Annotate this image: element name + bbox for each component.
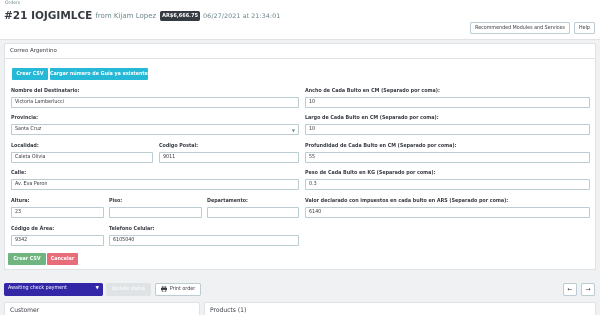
departamento-label: Departamento: xyxy=(207,199,248,204)
order-customer: from Kijam Lopez xyxy=(95,12,157,20)
arrow-right-icon: → xyxy=(585,286,591,293)
products-card-title: Products (1) xyxy=(210,307,247,314)
cargar-guia-button[interactable]: Cargar número de Guía ya existente xyxy=(50,68,148,80)
ancho-input[interactable]: 10 xyxy=(305,97,590,108)
localidad-label: Localidad: xyxy=(11,144,39,149)
peso-label: Peso de Cada Bulto en KG (Separado por c… xyxy=(305,171,436,176)
ancho-label: Ancho de Cada Bulto en CM (Separado por … xyxy=(305,89,440,94)
provincia-select[interactable]: Santa Cruz ▼ xyxy=(11,124,299,135)
products-card: Products (1) xyxy=(204,302,596,315)
chevron-down-icon: ▼ xyxy=(291,128,295,133)
cancelar-button[interactable]: Cancelar xyxy=(47,253,78,265)
order-status-select[interactable]: Awaiting check payment ▼ xyxy=(4,283,103,296)
page-header: Orders #21 IOJGIMLCE from Kijam Lopez AR… xyxy=(0,0,600,40)
order-date: 06/27/2021 at 21:34:01 xyxy=(203,12,281,20)
order-title-row: #21 IOJGIMLCE from Kijam Lopez AR$6,666.… xyxy=(4,9,280,23)
crear-csv-submit-button[interactable]: Crear CSV xyxy=(8,253,46,265)
telefono-input[interactable]: 6105040 xyxy=(109,235,299,246)
chevron-down-icon: ▼ xyxy=(95,286,99,291)
altura-input[interactable]: 23 xyxy=(11,207,104,218)
print-order-button[interactable]: Print order xyxy=(155,283,201,296)
telefono-label: Telefono Celular: xyxy=(109,227,155,232)
crear-csv-button[interactable]: Crear CSV xyxy=(12,68,48,80)
arrow-left-icon: ← xyxy=(567,286,573,293)
largo-input[interactable]: 10 xyxy=(305,124,590,135)
nombre-label: Nombre del Destinatario: xyxy=(11,89,80,94)
order-status-value: Awaiting check payment xyxy=(8,286,68,291)
customer-card-title: Customer xyxy=(10,307,40,314)
profundidad-label: Profundidad de Cada Bulto en CM (Separad… xyxy=(305,144,457,149)
breadcrumb[interactable]: Orders xyxy=(5,1,20,6)
panel-title: Correo Argentino xyxy=(5,44,595,59)
profundidad-input[interactable]: 55 xyxy=(305,152,590,163)
recommended-modules-button[interactable]: Recommended Modules and Services xyxy=(470,22,570,34)
update-status-button[interactable]: Update status xyxy=(106,283,151,296)
calle-label: Calle: xyxy=(11,171,27,176)
codigo-area-label: Código de Área: xyxy=(11,227,55,232)
valor-input[interactable]: 6140 xyxy=(305,207,590,218)
provincia-value: Santa Cruz xyxy=(15,127,42,132)
customer-card: Customer xyxy=(4,302,200,315)
piso-input[interactable] xyxy=(109,207,202,218)
order-total-badge: AR$6,666.75 xyxy=(160,11,201,21)
codigo-postal-input[interactable]: 9011 xyxy=(159,152,299,163)
largo-label: Largo de Cada Bulto en CM (Separado por … xyxy=(305,116,439,121)
calle-input[interactable]: Av. Eva Peron xyxy=(11,179,299,190)
localidad-input[interactable]: Caleta Olivia xyxy=(11,152,153,163)
help-button[interactable]: Help xyxy=(574,22,595,34)
peso-input[interactable]: 0.3 xyxy=(305,179,590,190)
departamento-input[interactable] xyxy=(207,207,299,218)
previous-order-button[interactable]: ← xyxy=(563,283,577,296)
nombre-input[interactable]: Victoria Lamberlucci xyxy=(11,97,299,108)
altura-label: Altura: xyxy=(11,199,30,204)
codigo-postal-label: Codigo Postal: xyxy=(159,144,199,149)
order-id: #21 IOJGIMLCE xyxy=(4,10,93,22)
piso-label: Piso: xyxy=(109,199,123,204)
provincia-label: Provincia: xyxy=(11,116,39,121)
printer-icon xyxy=(160,285,167,294)
valor-label: Valor declarado con impuestos en cada bu… xyxy=(305,199,509,204)
next-order-button[interactable]: → xyxy=(581,283,595,296)
print-order-label: Print order xyxy=(169,287,196,292)
codigo-area-input[interactable]: 9342 xyxy=(11,235,104,246)
correo-argentino-panel: Correo Argentino Crear CSV Cargar número… xyxy=(4,43,596,270)
